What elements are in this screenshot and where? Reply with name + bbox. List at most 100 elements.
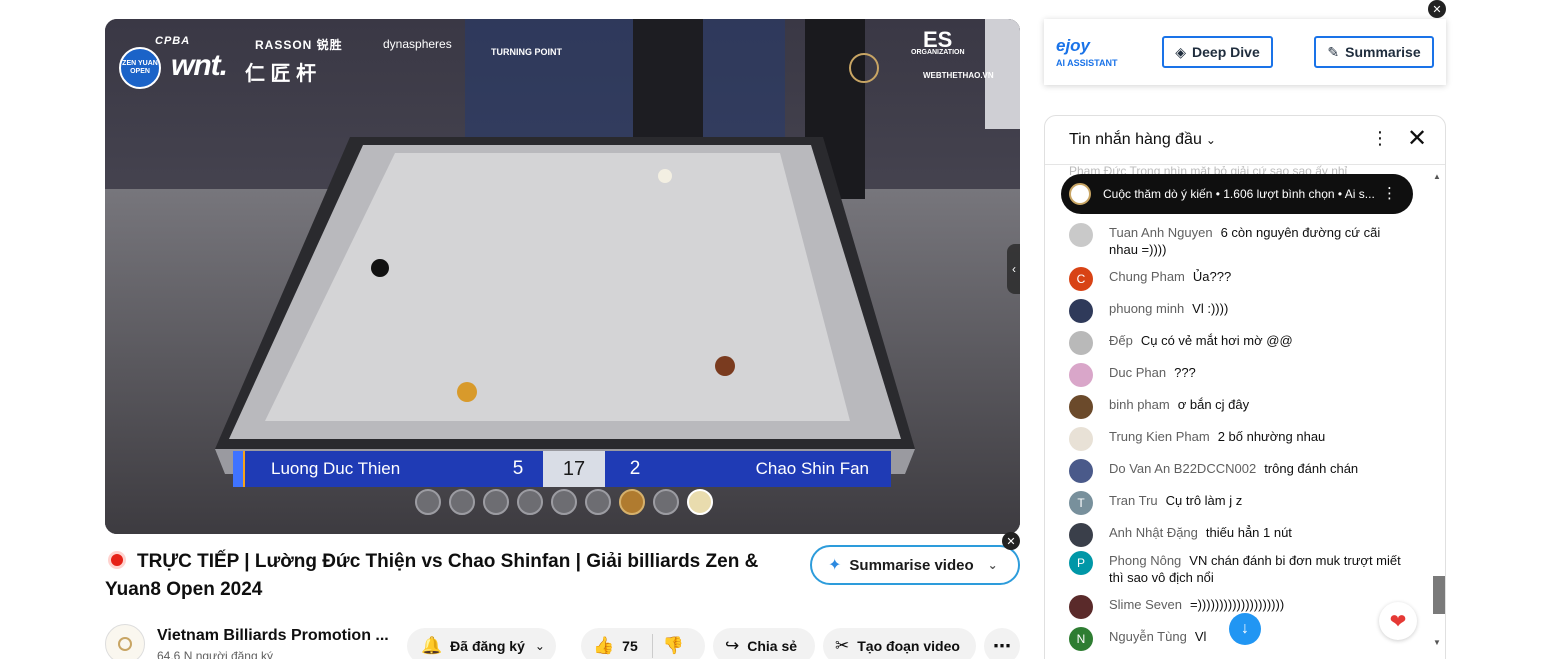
message-text: Cụ có vẻ mắt hơi mờ @@	[1140, 333, 1293, 348]
channel-name[interactable]: Vietnam Billiards Promotion ...	[157, 627, 389, 645]
chat-message[interactable]: Anh Nhật Đặng thiếu hẳn 1 nút	[1069, 523, 1409, 547]
chat-scrollbar[interactable]: ▲ ▼	[1429, 166, 1445, 656]
sponsor-wnt: wnt.	[171, 49, 228, 82]
chat-message[interactable]: binh pham ơ bắn cj đây	[1069, 395, 1409, 419]
subscribed-label: Đã đăng ký	[450, 638, 525, 654]
bell-icon: 🔔	[421, 636, 443, 655]
video-title: TRỰC TIẾP | Lường Đức Thiện vs Chao Shin…	[105, 551, 759, 600]
logo-text: ZEN YUAN OPEN	[122, 60, 158, 75]
clip-button[interactable]: ✂ Tạo đoạn video	[823, 628, 976, 659]
chevron-left-icon[interactable]: ‹	[1007, 244, 1020, 294]
scoreboard: Luong Duc Thien 5 17 2 Chao Shin Fan	[233, 451, 891, 487]
more-icon[interactable]: ⋮	[1382, 184, 1397, 202]
poll-banner[interactable]: Cuộc thăm dò ý kiến • 1.606 lượt bình ch…	[1061, 174, 1413, 214]
ball-icon	[517, 489, 543, 515]
message-author: Trung Kien Pham	[1109, 429, 1210, 444]
message-text: ơ bắn cj đây	[1177, 397, 1250, 412]
message-text: 2 bố nhường nhau	[1217, 429, 1326, 444]
message-text: =))))))))))))))))))))	[1189, 597, 1285, 612]
subscribed-button[interactable]: 🔔 Đã đăng ký ⌄	[407, 628, 556, 659]
channel-logo-icon	[118, 637, 132, 651]
avatar	[1069, 595, 1093, 619]
more-actions-button[interactable]: ⋯	[984, 628, 1020, 659]
chat-message[interactable]: Trung Kien Pham 2 bố nhường nhau	[1069, 427, 1409, 451]
ball-icon	[619, 489, 645, 515]
chevron-down-icon: ⌄	[534, 639, 545, 653]
chat-message[interactable]: Slime Seven =))))))))))))))))))))	[1069, 595, 1409, 619]
sponsor-webthethao: WEBTHETHAO.VN	[923, 71, 994, 80]
chat-message[interactable]: T Tran Tru Cụ trô làm j z	[1069, 491, 1409, 515]
chat-message[interactable]: Duc Phan???	[1069, 363, 1409, 387]
vbp-logo	[849, 53, 879, 83]
ball-icon	[687, 489, 713, 515]
player1-score: 5	[512, 458, 524, 479]
video-player[interactable]: ZEN YUAN OPEN CPBA wnt. 仁 匠 杆 RASSON 锐胜 …	[105, 19, 1020, 534]
race-to: 17	[543, 451, 605, 487]
ball-icon	[483, 489, 509, 515]
player2-name: Chao Shin Fan	[755, 459, 869, 478]
chat-message[interactable]: Do Van An B22DCCN002 trông đánh chán	[1069, 459, 1409, 483]
chat-message[interactable]: P Phong Nông VN chán đánh bi đơn muk trượ…	[1069, 551, 1409, 586]
more-icon: ⋯	[993, 635, 1011, 656]
scrollbar-thumb[interactable]	[1433, 576, 1445, 614]
avatar: N	[1069, 627, 1093, 651]
like-count[interactable]: 75	[622, 638, 638, 654]
close-icon[interactable]: ✕	[1002, 532, 1020, 550]
share-icon: ↪	[725, 636, 740, 655]
avatar	[1069, 395, 1093, 419]
close-icon[interactable]: ✕	[1428, 0, 1446, 18]
chat-message[interactable]: Đếp Cụ có vẻ mắt hơi mờ @@	[1069, 331, 1409, 355]
message-author: Anh Nhật Đặng	[1109, 525, 1198, 540]
clip-label: Tạo đoạn video	[857, 638, 960, 654]
message-author: Slime Seven	[1109, 597, 1182, 612]
chat-message[interactable]: Tuan Anh Nguyen 6 còn nguyên đường cứ cãi…	[1069, 223, 1409, 258]
ball-icon	[551, 489, 577, 515]
summarise-label: Summarise	[1345, 44, 1421, 60]
chat-header: Tin nhắn hàng đầu ⌄ ⋮ ✕	[1045, 116, 1445, 165]
message-author: Chung Pham	[1109, 269, 1185, 284]
scroll-down-icon[interactable]: ▼	[1433, 638, 1441, 647]
channel-avatar[interactable]	[105, 624, 145, 659]
deep-dive-label: Deep Dive	[1192, 44, 1260, 60]
message-author: Tuan Anh Nguyen	[1109, 225, 1213, 240]
ejoy-logo: ejoy	[1056, 36, 1091, 55]
player2-score: 2	[629, 458, 641, 479]
sparkle-icon: ✦	[828, 557, 842, 574]
avatar	[1069, 523, 1093, 547]
message-author: binh pham	[1109, 397, 1170, 412]
sponsor-turning-point: TURNING POINT	[491, 47, 562, 57]
message-text: trông đánh chán	[1264, 461, 1359, 476]
player1-name: Luong Duc Thien	[271, 459, 401, 478]
more-icon[interactable]: ⋮	[1371, 128, 1389, 149]
chat-message[interactable]: phuong minh Vl :))))	[1069, 299, 1409, 323]
message-text: Vl	[1194, 629, 1207, 644]
avatar: C	[1069, 267, 1093, 291]
message-author: Đếp	[1109, 333, 1133, 348]
chevron-down-icon: ⌄	[987, 558, 998, 572]
ball-icon	[653, 489, 679, 515]
deep-dive-button[interactable]: ◈ Deep Dive	[1162, 36, 1273, 68]
scroll-up-icon[interactable]: ▲	[1433, 172, 1441, 181]
heart-icon[interactable]: ❤	[1379, 602, 1417, 640]
avatar: T	[1069, 491, 1093, 515]
arrow-down-icon[interactable]: ↓	[1229, 613, 1261, 645]
sponsor-dynaspheres: dynaspheres	[383, 37, 452, 51]
close-icon[interactable]: ✕	[1407, 124, 1427, 153]
summarise-video-button[interactable]: ✦ Summarise video ⌄	[810, 545, 1020, 585]
ejoy-widget: ejoy AI ASSISTANT ◈ Deep Dive ✎ Summaris…	[1044, 19, 1446, 85]
edit-icon: ✎	[1327, 43, 1340, 60]
like-dislike-group: 👍 75 👎	[581, 628, 705, 659]
share-label: Chia sẻ	[747, 638, 798, 654]
chat-filter-dropdown[interactable]: Tin nhắn hàng đầu ⌄	[1069, 131, 1216, 149]
avatar	[1069, 331, 1093, 355]
share-button[interactable]: ↪ Chia sẻ	[713, 628, 815, 659]
avatar	[1069, 223, 1093, 247]
thumb-down-icon[interactable]: 👎	[663, 636, 684, 656]
chat-message[interactable]: C Chung Pham Ủa???	[1069, 267, 1409, 291]
message-text: Ủa???	[1192, 269, 1232, 284]
summarise-button[interactable]: ✎ Summarise	[1314, 36, 1434, 68]
message-text: thiếu hẳn 1 nút	[1205, 525, 1292, 540]
message-author: Do Van An B22DCCN002	[1109, 461, 1257, 476]
sponsor-rasson: RASSON 锐胜	[255, 38, 343, 52]
thumb-up-icon[interactable]: 👍	[593, 636, 614, 656]
